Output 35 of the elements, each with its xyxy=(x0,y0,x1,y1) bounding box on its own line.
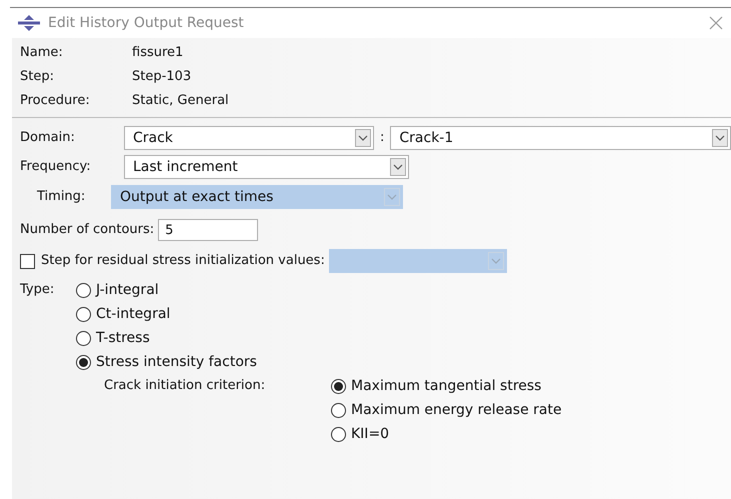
radio-button[interactable] xyxy=(76,282,91,298)
close-icon[interactable] xyxy=(709,16,723,30)
field-label: Procedure: xyxy=(20,92,91,110)
window-title: Edit History Output Request xyxy=(48,14,244,32)
app-icon xyxy=(18,15,40,31)
field-value: Step-103 xyxy=(132,68,192,86)
field-value: Static, General xyxy=(132,92,229,110)
radio-button[interactable] xyxy=(76,306,91,322)
field-label: Type: xyxy=(20,281,56,299)
radio-label: T-stress xyxy=(96,328,150,348)
radio-button[interactable] xyxy=(331,402,346,418)
radio-button[interactable] xyxy=(76,354,91,370)
checkbox-label: Step for residual stress initialization values: xyxy=(41,252,325,270)
radio-button[interactable] xyxy=(331,378,346,394)
field-label: Timing: xyxy=(36,188,86,206)
field-label: Crack initiation criterion: xyxy=(104,377,266,395)
field-label: Frequency: xyxy=(20,158,92,176)
radio-label: Maximum energy release rate xyxy=(351,400,562,420)
field-value: fissure1 xyxy=(132,44,184,62)
field-label: Name: xyxy=(20,44,64,62)
dropdown[interactable]: Crack xyxy=(124,126,374,150)
radio-label: Maximum tangential stress xyxy=(351,376,542,396)
separator-text: : xyxy=(380,129,384,148)
radio-label: KII=0 xyxy=(351,424,390,444)
radio-button[interactable] xyxy=(331,426,346,442)
field-label: Step: xyxy=(20,68,55,86)
radio-label: Ct-integral xyxy=(96,304,170,324)
field-label: Domain: xyxy=(20,129,76,148)
radio-label: Stress intensity factors xyxy=(96,352,257,372)
radio-label: J-integral xyxy=(96,280,159,300)
dropdown[interactable]: Last increment xyxy=(124,155,409,179)
dropdown[interactable]: Crack-1 xyxy=(390,126,731,150)
radio-button[interactable] xyxy=(76,330,91,346)
field-label: Number of contours: xyxy=(20,221,154,240)
contours-input[interactable]: 5 xyxy=(158,219,258,241)
